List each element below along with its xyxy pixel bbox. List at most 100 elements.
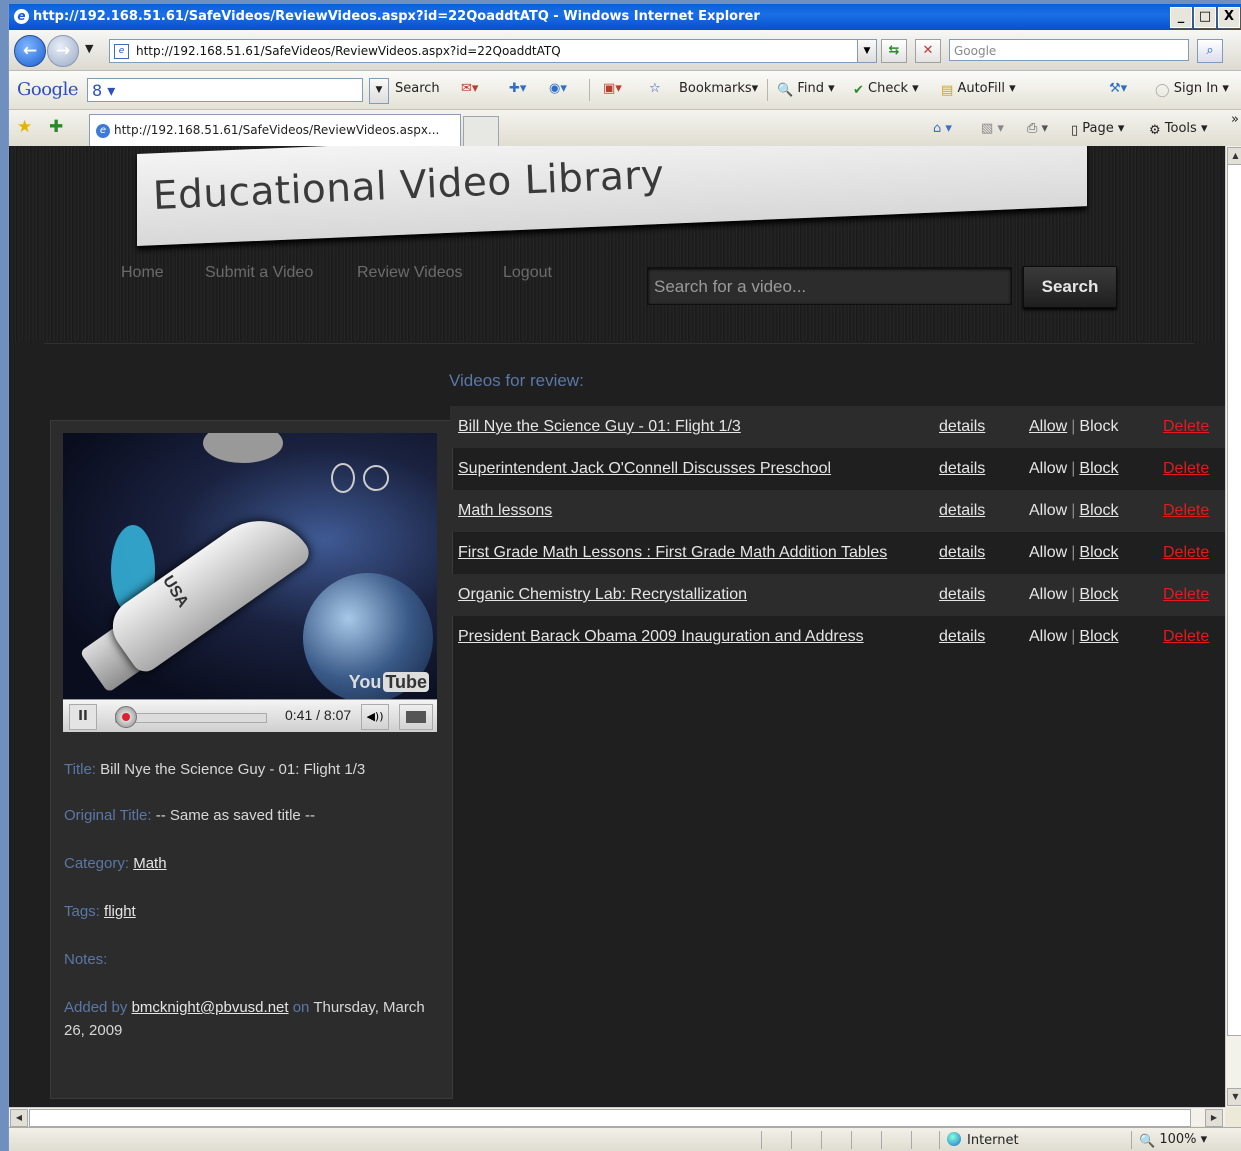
header-divider (44, 343, 1194, 344)
category-link[interactable]: Math (133, 855, 166, 872)
home-icon[interactable]: ⌂ ▾ (933, 121, 952, 136)
fullscreen-icon[interactable] (399, 704, 433, 730)
google-search-box[interactable]: 8 ▾ (87, 78, 363, 102)
video-player[interactable]: USA You Tube (63, 433, 437, 699)
back-button[interactable]: ← (14, 35, 46, 67)
block-link[interactable]: Block (1079, 628, 1118, 645)
zoom-icon: 🔍 (1139, 1134, 1156, 1149)
search-icon[interactable]: ⌕ (1197, 39, 1223, 63)
nav-submit-video[interactable]: Submit a Video (205, 264, 313, 282)
block-link[interactable]: Block (1079, 502, 1118, 519)
pause-button[interactable]: II (69, 704, 97, 730)
bookmarks-button[interactable]: Bookmarks▾ (679, 81, 758, 96)
new-tab-button[interactable] (463, 116, 499, 146)
google-box-dropdown[interactable]: ▼ (369, 78, 389, 104)
video-title-link[interactable]: Math lessons (458, 490, 552, 532)
delete-link[interactable]: Delete (1163, 574, 1209, 616)
stop-icon[interactable]: ✕ (915, 39, 941, 63)
details-link[interactable]: details (939, 574, 985, 616)
google-search-button[interactable]: Search (395, 81, 440, 96)
print-icon[interactable]: ⎙ ▾ (1027, 121, 1048, 136)
address-dropdown-button[interactable]: ▼ (857, 39, 877, 63)
delete-link[interactable]: Delete (1163, 448, 1209, 490)
tab-current[interactable]: e http://192.168.51.61/SafeVideos/ReviewV… (89, 114, 461, 146)
details-link[interactable]: details (939, 616, 985, 658)
allow-link[interactable]: Allow (1029, 628, 1067, 645)
horizontal-scroll-thumb[interactable] (29, 1109, 1191, 1127)
block-link[interactable]: Block (1079, 544, 1118, 561)
feeds-icon[interactable]: ▧ ▾ (981, 121, 1004, 136)
video-title-link[interactable]: Superintendent Jack O'Connell Discusses … (458, 448, 831, 490)
scroll-left-icon[interactable]: ◀ (10, 1109, 28, 1127)
delete-link[interactable]: Delete (1163, 616, 1209, 658)
video-search-button[interactable]: Search (1023, 266, 1117, 308)
volume-icon[interactable]: ◀)) (361, 704, 389, 730)
search-input[interactable]: Google (949, 39, 1189, 61)
allow-link[interactable]: Allow (1029, 544, 1067, 561)
video-title-link[interactable]: President Barack Obama 2009 Inauguration… (458, 616, 864, 658)
nav-logout[interactable]: Logout (503, 264, 552, 282)
planet-ring (363, 465, 389, 491)
block-link[interactable]: Block (1079, 586, 1118, 603)
allow-link[interactable]: Allow (1029, 502, 1067, 519)
tag-link[interactable]: flight (104, 903, 136, 920)
delete-link[interactable]: Delete (1163, 490, 1209, 532)
details-link[interactable]: details (939, 532, 985, 574)
video-title-link[interactable]: Organic Chemistry Lab: Recrystallization (458, 574, 747, 616)
progress-handle[interactable] (115, 706, 137, 728)
security-zone[interactable]: Internet (947, 1132, 1019, 1148)
dell-icon[interactable]: ◉▾ (549, 81, 567, 96)
nav-home[interactable]: Home (121, 264, 164, 282)
google-box-value: 8 (92, 81, 103, 100)
delete-link[interactable]: Delete (1163, 532, 1209, 574)
close-button[interactable]: X (1218, 7, 1240, 28)
progress-track[interactable] (115, 713, 267, 723)
wrench-icon[interactable]: ⚒▾ (1109, 81, 1127, 96)
tools-menu-label: Tools (1164, 121, 1197, 136)
allow-link[interactable]: Allow (1029, 460, 1067, 477)
detail-notes: Notes: (64, 948, 444, 971)
scroll-up-icon[interactable]: ▲ (1227, 147, 1241, 165)
allow-link[interactable]: Allow (1029, 418, 1067, 435)
details-link[interactable]: details (939, 490, 985, 532)
forward-button[interactable]: → (47, 35, 79, 67)
maximize-button[interactable]: □ (1194, 7, 1216, 28)
zoom-level[interactable]: 🔍 100% ▾ (1139, 1132, 1207, 1149)
delete-link[interactable]: Delete (1163, 406, 1209, 448)
added-by-user-link[interactable]: bmcknight@pbvusd.net (132, 999, 289, 1016)
video-search-input[interactable]: Search for a video... (647, 267, 1012, 305)
details-link[interactable]: details (939, 406, 985, 448)
youtube-brand-right: Tube (383, 672, 429, 692)
block-link[interactable]: Block (1079, 460, 1118, 477)
recent-pages-dropdown-icon[interactable]: ▼ (85, 42, 93, 55)
horizontal-scrollbar[interactable]: ◀ ▶ (9, 1107, 1225, 1127)
vertical-scrollbar[interactable]: ▲ ▼ (1225, 146, 1241, 1107)
tools-menu[interactable]: ⚙ Tools ▾ (1149, 121, 1208, 138)
add-favorites-icon[interactable]: ✚ (49, 117, 63, 137)
youtube-logo: You Tube (349, 672, 429, 693)
allow-link[interactable]: Allow (1029, 586, 1067, 603)
favorites-star-icon[interactable]: ★ (17, 117, 32, 137)
block-link[interactable]: Block (1079, 418, 1118, 435)
check-button[interactable]: ✔ Check ▾ (853, 81, 919, 98)
video-title-link[interactable]: First Grade Math Lessons : First Grade M… (458, 532, 887, 574)
refresh-icon[interactable]: ⇆ (881, 39, 907, 63)
scroll-down-icon[interactable]: ▼ (1227, 1088, 1241, 1106)
details-link[interactable]: details (939, 448, 985, 490)
pagerank-icon[interactable]: ▣▾ (603, 81, 622, 96)
nav-review-videos[interactable]: Review Videos (357, 264, 463, 282)
find-label: Find (797, 81, 824, 96)
autofill-button[interactable]: ▤ AutoFill ▾ (941, 81, 1016, 98)
vertical-scroll-thumb[interactable] (1227, 164, 1241, 1036)
link-separator: | (1071, 628, 1076, 645)
scroll-right-icon[interactable]: ▶ (1205, 1109, 1223, 1127)
page-menu[interactable]: ▯ Page ▾ (1071, 121, 1124, 138)
minimize-button[interactable]: _ (1170, 7, 1192, 28)
sign-in-button[interactable]: ◯ Sign In ▾ (1155, 81, 1229, 98)
video-title-link[interactable]: Bill Nye the Science Guy - 01: Flight 1/… (458, 406, 741, 448)
chevron-more-icon[interactable]: » (1231, 112, 1239, 127)
address-bar[interactable]: e http://192.168.51.61/SafeVideos/Review… (109, 39, 877, 63)
gmail-icon[interactable]: ✉▾ (461, 81, 478, 96)
find-button[interactable]: 🔍 Find ▾ (777, 81, 835, 98)
plus-icon[interactable]: ✚▾ (509, 81, 526, 96)
